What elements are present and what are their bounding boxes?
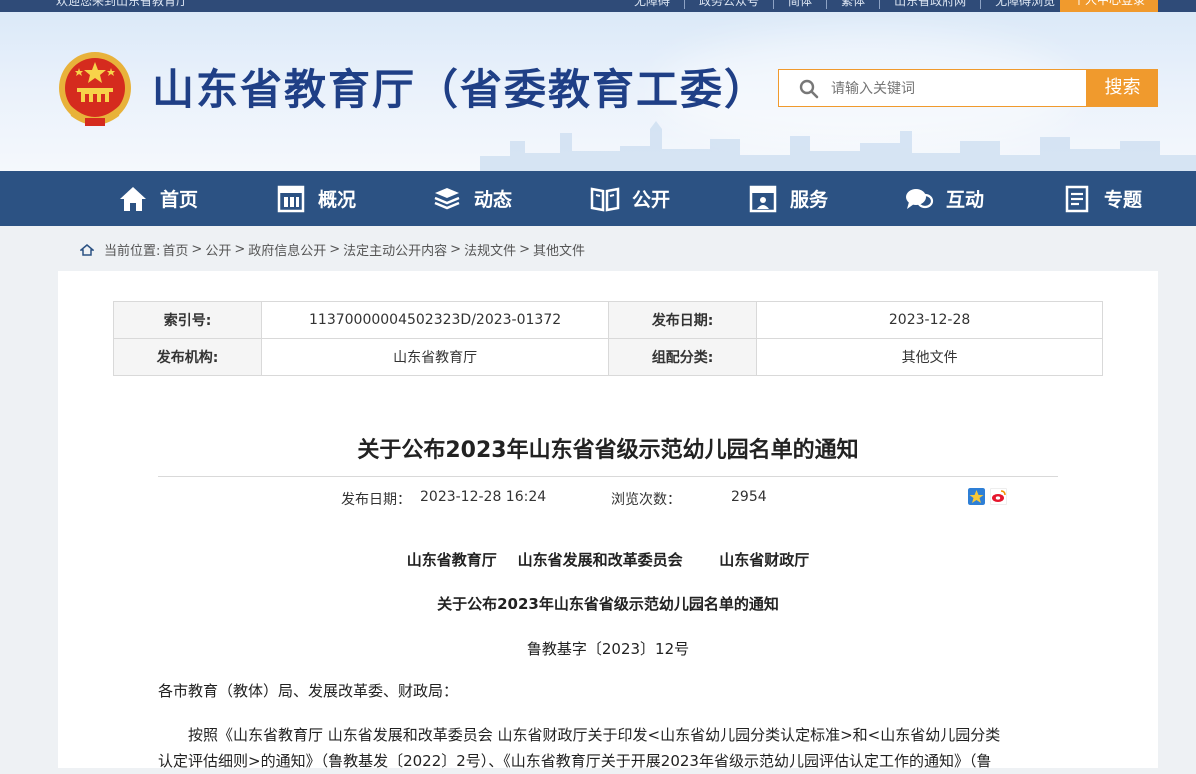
news-stack-icon	[434, 187, 460, 209]
breadcrumb-item[interactable]: 公开	[205, 240, 231, 259]
title-divider	[158, 476, 1058, 477]
nav-label: 首页	[160, 189, 199, 211]
body-paragraph-line: 按照《山东省教育厅 山东省发展和改革委员会 山东省财政厅关于印发<山东省幼儿园分…	[188, 726, 1001, 744]
nav-item-home[interactable]: 首页	[118, 171, 198, 226]
search-input[interactable]	[829, 76, 1073, 102]
salutation: 各市教育（教体）局、发展改革委、财政局：	[158, 682, 459, 700]
home-icon	[80, 243, 94, 256]
nav-item-topics[interactable]: 专题	[1062, 171, 1142, 226]
meta-label: 索引号:	[112, 301, 263, 339]
meta-category-value: 其他文件	[756, 338, 1103, 376]
utility-link[interactable]: 政务公众号	[685, 0, 775, 9]
site-title: 山东省教育厅（省委教育工委）	[152, 65, 769, 114]
breadcrumb-item[interactable]: 首页	[162, 240, 188, 259]
document-number: 鲁教基字〔2023〕12号	[526, 640, 690, 658]
nav-item-overview[interactable]: 概况	[276, 171, 356, 226]
breadcrumb: 当前位置: 首页 > 公开 > 政府信息公开 > 法定主动公开内容 > 法规文件 > 其他…	[80, 240, 585, 259]
pub-date-label: 发布日期：	[341, 492, 411, 508]
main-nav: 首页 概况 动态 公开 服务 互动 专题	[0, 171, 1196, 226]
site-header: 山东省教育厅（省委教育工委） 搜索	[0, 12, 1196, 171]
views-value: 2954	[731, 489, 767, 505]
nav-label: 动态	[474, 189, 513, 211]
issuing-agencies: 山东省教育厅 山东省发展和改革委员会 山东省财政厅	[406, 551, 810, 569]
search-box	[778, 69, 1087, 107]
breadcrumb-prefix: 当前位置:	[104, 244, 161, 259]
body-paragraph-line: 认定评估细则>的通知》（鲁教基发〔2022〕2号）、《山东省教育厅关于开展202…	[158, 752, 992, 770]
top-utility-bar: 欢迎您来到山东省教育厅 无障碍 政务公众号 简体 繁体 山东省政府网 无障碍浏览…	[0, 0, 1196, 12]
search-icon	[799, 79, 819, 99]
nav-label: 概况	[318, 189, 357, 211]
utility-link[interactable]: 山东省政府网	[880, 0, 982, 9]
utility-link[interactable]: 无障碍浏览	[981, 0, 1069, 9]
nav-label: 服务	[790, 189, 829, 211]
chat-icon	[906, 188, 934, 209]
city-skyline-decoration	[480, 121, 1196, 171]
nav-item-interact[interactable]: 互动	[904, 171, 984, 226]
meta-index-value: 11370000004502323D/2023-01372	[261, 301, 610, 339]
breadcrumb-item[interactable]: 法规文件	[464, 240, 516, 259]
utility-links: 无障碍 政务公众号 简体 繁体 山东省政府网 无障碍浏览	[620, 0, 1069, 9]
nav-label: 公开	[632, 189, 671, 211]
views-label: 浏览次数：	[611, 492, 681, 508]
meta-label: 发布日期:	[608, 301, 758, 339]
breadcrumb-item[interactable]: 其他文件	[533, 240, 585, 259]
utility-link[interactable]: 繁体	[827, 0, 881, 9]
utility-link[interactable]: 简体	[774, 0, 828, 9]
meta-label: 组配分类:	[608, 338, 758, 376]
nav-label: 互动	[946, 189, 985, 211]
document-icon	[1065, 185, 1089, 212]
search-button[interactable]: 搜索	[1087, 69, 1158, 107]
welcome-text: 欢迎您来到山东省教育厅	[56, 0, 189, 8]
meta-date-value: 2023-12-28	[756, 301, 1103, 339]
home-icon	[120, 186, 146, 211]
login-button[interactable]: 个人中心登录	[1060, 0, 1158, 12]
national-emblem-icon	[59, 52, 131, 126]
breadcrumb-item[interactable]: 法定主动公开内容	[343, 240, 447, 259]
meta-label: 发布机构:	[112, 338, 263, 376]
article-title: 关于公布2023年山东省省级示范幼儿园名单的通知	[357, 438, 859, 463]
breadcrumb-item[interactable]: 政府信息公开	[248, 240, 326, 259]
document-meta-table: 索引号: 11370000004502323D/2023-01372 发布日期:…	[112, 301, 1103, 376]
nav-item-open[interactable]: 公开	[590, 171, 670, 226]
nav-item-service[interactable]: 服务	[748, 171, 828, 226]
share-qzone-icon[interactable]	[968, 488, 985, 505]
pub-date-value: 2023-12-28 16:24	[420, 489, 547, 505]
open-book-icon	[590, 187, 620, 211]
nav-item-news[interactable]: 动态	[432, 171, 512, 226]
share-weibo-icon[interactable]	[990, 488, 1007, 505]
service-icon	[749, 185, 777, 212]
building-icon	[277, 185, 305, 212]
nav-label: 专题	[1104, 189, 1143, 211]
utility-link[interactable]: 无障碍	[620, 0, 686, 9]
meta-org-value: 山东省教育厅	[261, 338, 610, 376]
content-panel: 索引号: 11370000004502323D/2023-01372 发布日期:…	[58, 271, 1158, 770]
document-title: 关于公布2023年山东省省级示范幼儿园名单的通知	[437, 595, 779, 613]
